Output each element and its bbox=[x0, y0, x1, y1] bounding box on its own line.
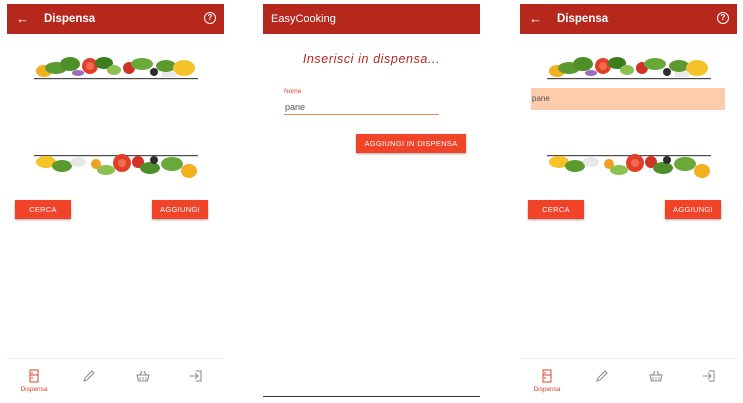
basket-icon bbox=[136, 370, 150, 382]
pantry-icon bbox=[29, 369, 39, 383]
vegetable-banner-bottom bbox=[34, 154, 198, 178]
bottom-divider bbox=[263, 396, 480, 397]
name-input[interactable] bbox=[284, 99, 439, 115]
page-title: Dispensa bbox=[557, 13, 609, 25]
logout-icon bbox=[703, 370, 715, 382]
search-button[interactable]: CERCA bbox=[15, 200, 71, 219]
nav-item-recipes[interactable] bbox=[79, 369, 99, 388]
name-field-label: Nome bbox=[284, 88, 302, 95]
pantry-icon bbox=[542, 369, 552, 383]
nav-label-pantry: Dispensa bbox=[20, 386, 48, 393]
back-arrow-icon[interactable]: ← bbox=[16, 11, 29, 27]
bottom-nav: Dispensa bbox=[520, 358, 737, 398]
bottom-nav: Dispensa bbox=[7, 358, 224, 398]
nav-label-pantry: Dispensa bbox=[533, 386, 561, 393]
nav-item-pantry[interactable]: Dispensa bbox=[20, 369, 48, 393]
app-bar: EasyCooking bbox=[263, 4, 480, 34]
vegetable-banner-top bbox=[34, 57, 198, 80]
add-to-pantry-screen: EasyCooking Inserisci in dispensa... Nom… bbox=[263, 4, 480, 398]
pencil-icon bbox=[596, 370, 608, 382]
pantry-screen: ← Dispensa ? CERCA AGGIUNGI Dispensa bbox=[7, 4, 224, 398]
pantry-result-screen: ← Dispensa ? pane CERCA AGGIUNGI Dispens… bbox=[520, 4, 737, 398]
nav-item-logout[interactable] bbox=[186, 369, 206, 388]
help-icon[interactable]: ? bbox=[717, 12, 729, 24]
basket-icon bbox=[649, 370, 663, 382]
pencil-icon bbox=[83, 370, 95, 382]
add-button[interactable]: AGGIUNGI bbox=[152, 200, 208, 219]
logout-icon bbox=[190, 370, 202, 382]
form-heading: Inserisci in dispensa... bbox=[302, 52, 441, 66]
nav-item-recipes[interactable] bbox=[592, 369, 612, 388]
add-button[interactable]: AGGIUNGI bbox=[665, 200, 721, 219]
nav-item-shopping[interactable] bbox=[646, 369, 666, 388]
back-arrow-icon[interactable]: ← bbox=[529, 11, 542, 27]
vegetable-banner-bottom bbox=[547, 154, 711, 178]
page-title: Dispensa bbox=[44, 13, 96, 25]
pantry-list-item[interactable]: pane bbox=[531, 88, 725, 110]
help-icon[interactable]: ? bbox=[204, 12, 216, 24]
search-button[interactable]: CERCA bbox=[528, 200, 584, 219]
app-bar: ← Dispensa ? bbox=[7, 4, 224, 34]
app-title: EasyCooking bbox=[271, 13, 336, 25]
nav-item-shopping[interactable] bbox=[133, 369, 153, 388]
app-bar: ← Dispensa ? bbox=[520, 4, 737, 34]
nav-item-pantry[interactable]: Dispensa bbox=[533, 369, 561, 393]
vegetable-banner-top bbox=[547, 57, 711, 80]
add-to-pantry-button[interactable]: AGGIUNGI IN DISPENSA bbox=[356, 134, 466, 153]
nav-item-logout[interactable] bbox=[699, 369, 719, 388]
